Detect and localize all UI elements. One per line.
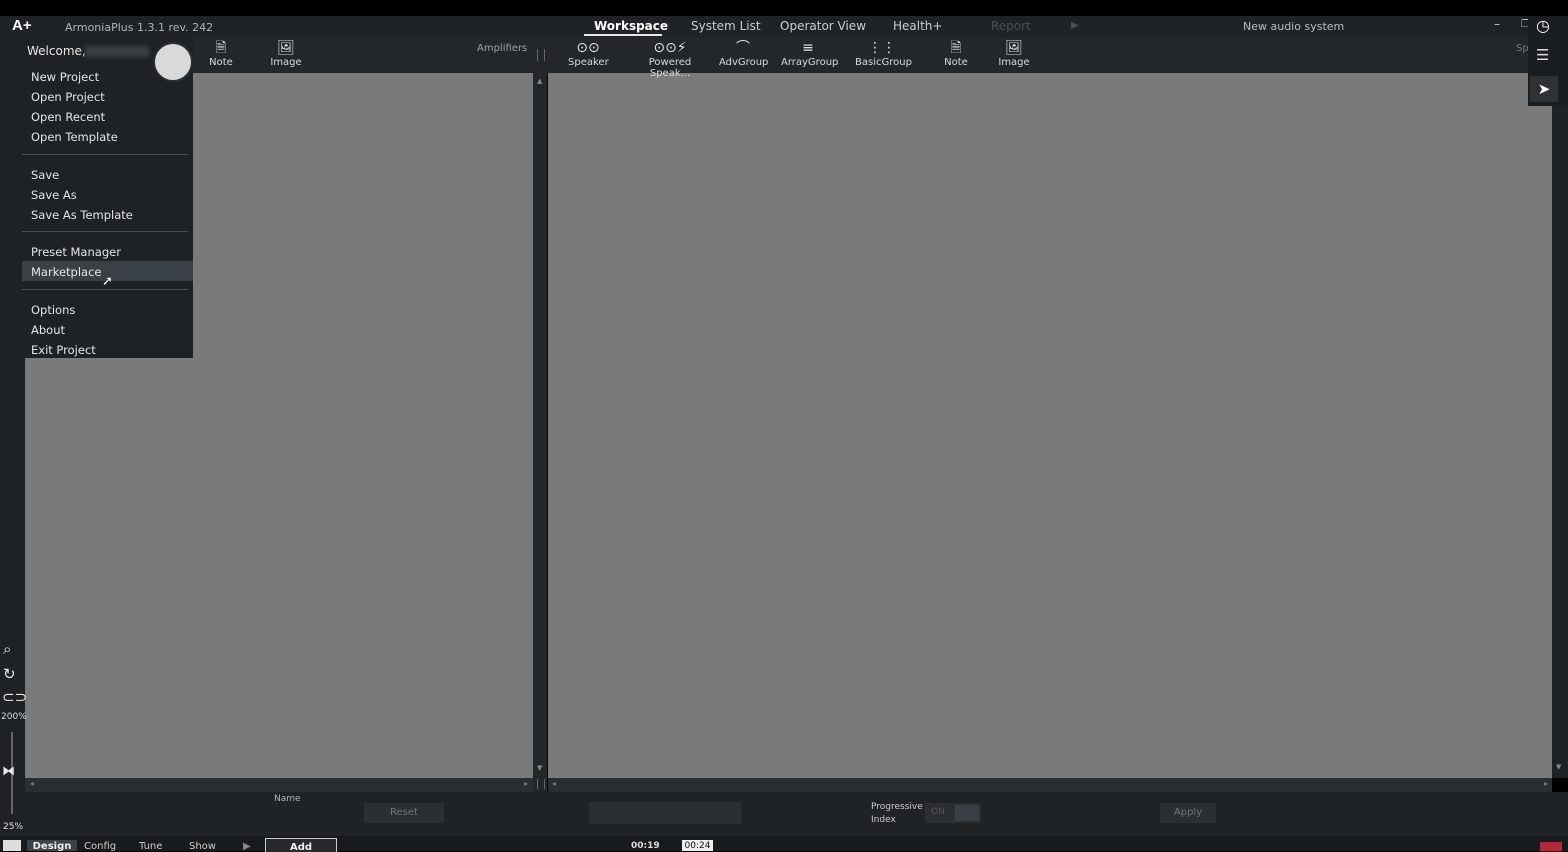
welcome-text: Welcome, [27,44,86,58]
right-side-icons: ◷ ☰ ➤ [1528,16,1568,106]
menu-item-open-template[interactable]: Open Template [31,130,118,144]
vertical-scrollbar[interactable]: ▼ [1552,73,1568,778]
left-image-label: Image [270,57,302,68]
minimize-icon[interactable]: – [1494,17,1500,31]
panel-splitter[interactable]: ▲ ▼ [533,37,547,792]
send-icon[interactable]: ➤ [1530,76,1558,102]
active-tab-indicator [584,34,662,36]
tab-operator-view[interactable]: Operator View [780,19,866,33]
mouse-cursor-icon: ➚ [102,274,113,289]
menu-separator [22,231,188,232]
sp-label: Sp [1516,43,1529,54]
menu-item-save-as[interactable]: Save As [31,188,77,202]
arraygroup-tool[interactable]: ≡ ArrayGroup [781,39,839,68]
menu-item-preset-manager[interactable]: Preset Manager [31,245,121,259]
menu-item-save[interactable]: Save [31,168,59,182]
menu-item-marketplace[interactable]: Marketplace [31,265,101,279]
arraygroup-icon: ≡ [802,40,814,56]
zoom-level-bottom: 25% [3,822,24,832]
menu-item-new-project[interactable]: New Project [31,70,99,84]
image-icon: 🖼 [1005,40,1023,56]
blurred-username [85,46,149,57]
advgroup-tool[interactable]: ⌒ AdvGroup [719,39,769,68]
menu-item-open-recent[interactable]: Open Recent [31,110,105,124]
slider-handle-icon[interactable]: ⧓ [2,764,15,779]
avatar[interactable] [153,42,193,82]
advgroup-label: AdvGroup [719,57,769,68]
add-button[interactable]: Add [265,838,337,852]
reset-button[interactable]: Reset [364,803,444,823]
zoom-search-icon[interactable]: ⌕ [3,640,11,658]
menu-item-open-project[interactable]: Open Project [31,90,105,104]
right-note-tool[interactable]: 🗎 Note [941,39,971,68]
flag-icon[interactable] [1540,842,1562,851]
status-bar [0,836,1568,851]
tab-workspace[interactable]: Workspace [594,19,668,33]
powered-speaker-icon: ⊙⊙⚡ [653,40,687,56]
horizontal-scrollbar-right[interactable]: ◂ ▸ [548,778,1552,792]
app-logo[interactable]: A+ [12,17,32,34]
tab-health[interactable]: Health+ [893,19,942,33]
powered-speaker-label: Powered Speak... [648,57,692,79]
name-label: Name [274,794,301,804]
speaker-icon: ⊙⊙ [576,40,600,56]
mode-design[interactable]: Design [27,840,77,851]
mode-tune[interactable]: Tune [139,840,162,851]
rotate-icon[interactable]: ↻ [3,665,16,683]
horizontal-scrollbar-left[interactable]: ◂ ▸ [25,778,533,792]
amplifiers-label: Amplifiers [477,43,528,54]
speaker-label: Speaker [568,57,609,68]
properties-bar [25,792,1568,836]
advgroup-icon: ⌒ [736,40,750,56]
toggle-label: ON [931,807,945,817]
left-note-label: Note [209,57,233,68]
menu-item-save-as-template[interactable]: Save As Template [31,208,133,222]
basicgroup-label: BasicGroup [855,57,912,68]
note-icon: 🗎 [950,40,962,56]
layers-icon[interactable]: ☰ [1536,46,1549,64]
tab-system-list[interactable]: System List [691,19,761,33]
top-edge [0,0,1568,16]
image-icon: 🖼 [277,40,295,56]
left-image-tool[interactable]: 🖼 Image [268,39,304,68]
tab-report[interactable]: Report [991,19,1031,33]
system-name: New audio system [1243,20,1345,33]
link-icon[interactable]: ⊂⊃ [2,688,27,706]
menu-item-options[interactable]: Options [31,303,75,317]
clock-icon[interactable]: ◷ [1536,16,1550,35]
left-note-tool[interactable]: 🗎 Note [206,39,236,68]
progressive-index-toggle[interactable]: ON [925,803,981,823]
menu-item-about[interactable]: About [31,323,65,337]
right-note-label: Note [944,57,968,68]
zoom-level-top: 200% [1,712,27,722]
layout-icon[interactable] [3,840,21,851]
speaker-tool[interactable]: ⊙⊙ Speaker [568,39,609,68]
basicgroup-tool[interactable]: ⋮⋮ BasicGroup [855,39,912,68]
workspace-canvas[interactable] [548,73,1552,778]
powered-speaker-tool[interactable]: ⊙⊙⚡ Powered Speak... [631,39,709,79]
app-version: ArmoniaPlus 1.3.1 rev. 242 [65,21,214,34]
mode-config[interactable]: Config [84,840,116,851]
play-small-icon[interactable]: ▶ [243,840,251,851]
name-input[interactable] [589,802,741,824]
time-current: 00:19 [631,841,660,851]
arraygroup-label: ArrayGroup [781,57,839,68]
mode-show[interactable]: Show [189,840,216,851]
progressive-label: Progressive [871,802,923,812]
menu-item-exit-project[interactable]: Exit Project [31,343,96,357]
menu-separator [22,289,188,290]
basicgroup-icon: ⋮⋮ [868,40,896,56]
time-total: 00:24 [682,840,713,851]
note-icon: 🗎 [215,40,227,56]
index-label: Index [871,815,896,825]
play-icon[interactable]: ▶ [1071,20,1079,31]
right-image-tool[interactable]: 🖼 Image [996,39,1032,68]
apply-button[interactable]: Apply [1160,803,1216,823]
menu-separator [22,154,188,155]
right-image-label: Image [998,57,1030,68]
